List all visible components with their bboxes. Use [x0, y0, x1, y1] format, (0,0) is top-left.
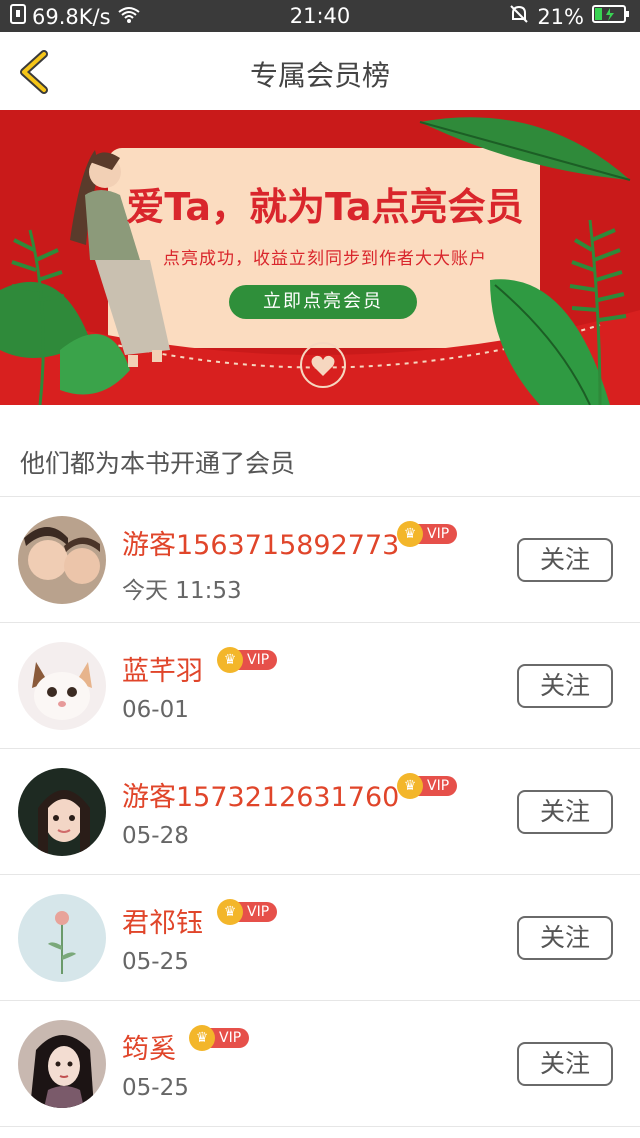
vip-label: VIP	[417, 776, 458, 796]
member-time: 05-28	[122, 823, 189, 849]
list-item[interactable]: 筠奚 ♛ VIP 05-25 关注	[0, 1001, 640, 1127]
member-time: 06-01	[122, 697, 189, 723]
list-item[interactable]: 游客1573212631760 ♛ VIP 05-28 关注	[0, 749, 640, 875]
avatar[interactable]	[18, 894, 106, 982]
follow-button[interactable]: 关注	[517, 538, 613, 582]
vip-label: VIP	[237, 650, 278, 670]
avatar[interactable]	[18, 516, 106, 604]
battery-icon	[592, 4, 630, 29]
list-item[interactable]: 游客1563715892773 ♛ VIP 今天 11:53 关注	[0, 497, 640, 623]
member-name: 君祁钰	[122, 908, 203, 939]
follow-button[interactable]: 关注	[517, 916, 613, 960]
vip-badge: ♛ VIP	[217, 899, 278, 925]
vip-label: VIP	[417, 524, 458, 544]
member-time: 05-25	[122, 949, 189, 975]
crown-icon: ♛	[217, 899, 243, 925]
member-name: 游客1573212631760	[122, 782, 400, 813]
avatar[interactable]	[18, 1020, 106, 1108]
crown-icon: ♛	[397, 773, 423, 799]
member-name: 蓝芊羽	[122, 656, 203, 687]
banner-subtitle: 点亮成功，收益立刻同步到作者大大账户	[163, 249, 487, 269]
crown-icon: ♛	[397, 521, 423, 547]
vip-badge: ♛ VIP	[397, 773, 458, 799]
vip-badge: ♛ VIP	[217, 647, 278, 673]
vip-label: VIP	[209, 1028, 250, 1048]
vip-label: VIP	[237, 902, 278, 922]
member-name: 游客1563715892773	[122, 530, 400, 561]
battery-percent: 21%	[537, 4, 584, 29]
light-up-membership-button[interactable]: 立即点亮会员	[229, 285, 417, 319]
member-list: 游客1563715892773 ♛ VIP 今天 11:53 关注 蓝芊羽 ♛ …	[0, 497, 640, 1127]
status-bar: 69.8K/s 21:40 21%	[0, 0, 640, 32]
banner-title: 爱Ta，就为Ta点亮会员	[126, 185, 524, 229]
vip-badge: ♛ VIP	[189, 1025, 250, 1051]
follow-button[interactable]: 关注	[517, 1042, 613, 1086]
avatar[interactable]	[18, 642, 106, 730]
follow-button[interactable]: 关注	[517, 790, 613, 834]
promo-banner[interactable]: 爱Ta，就为Ta点亮会员 点亮成功，收益立刻同步到作者大大账户 立即点亮会员	[0, 110, 640, 405]
member-time: 今天 11:53	[122, 578, 242, 604]
crown-icon: ♛	[217, 647, 243, 673]
vip-badge: ♛ VIP	[397, 521, 458, 547]
section-title: 他们都为本书开通了会员	[20, 449, 296, 478]
page-title: 专属会员榜	[249, 59, 390, 92]
avatar[interactable]	[18, 768, 106, 856]
member-time: 05-25	[122, 1075, 189, 1101]
header-bar: 专属会员榜	[0, 32, 640, 110]
list-item[interactable]: 君祁钰 ♛ VIP 05-25 关注	[0, 875, 640, 1001]
mute-bell-icon	[509, 4, 529, 29]
list-item[interactable]: 蓝芊羽 ♛ VIP 06-01 关注	[0, 623, 640, 749]
follow-button[interactable]: 关注	[517, 664, 613, 708]
crown-icon: ♛	[189, 1025, 215, 1051]
member-name: 筠奚	[122, 1034, 176, 1065]
